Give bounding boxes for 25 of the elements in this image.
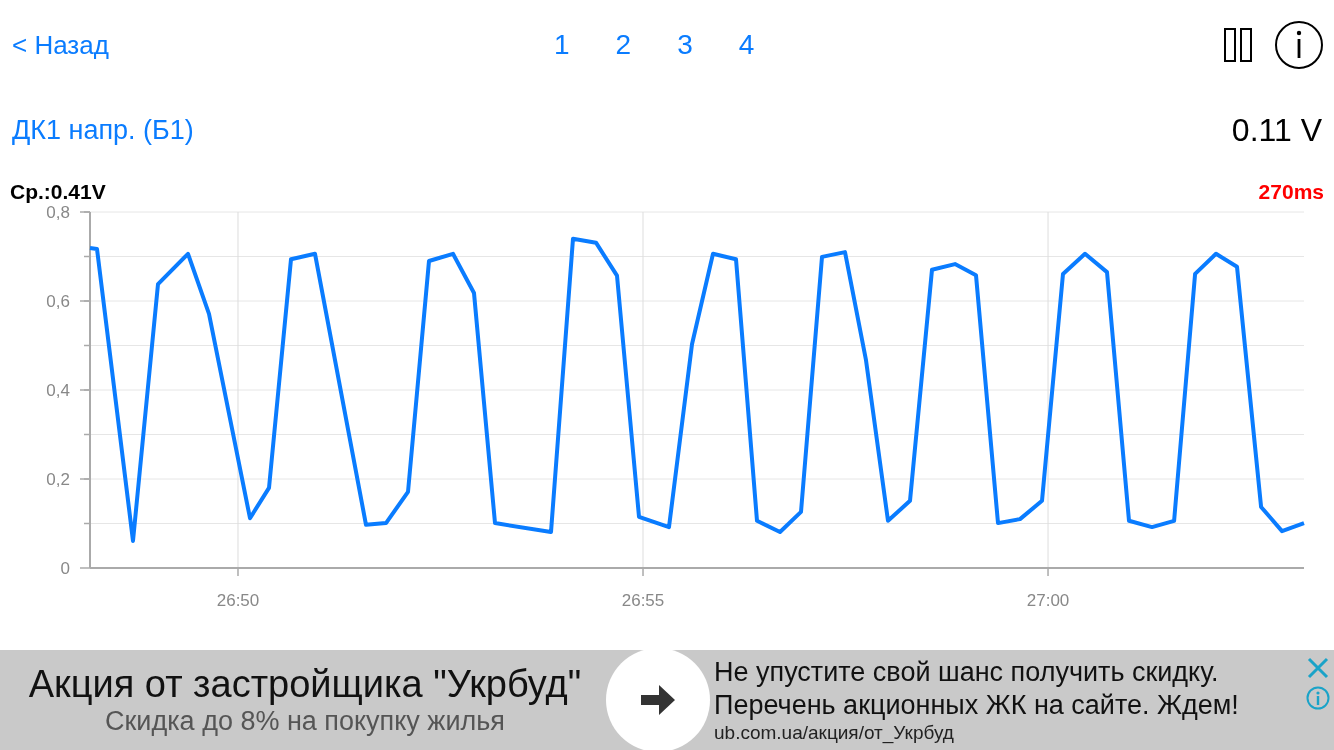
- y-tick-label: 0,6: [46, 292, 70, 311]
- interval-value: 270ms: [1258, 180, 1324, 204]
- arrow-icon: [641, 685, 675, 715]
- x-tick-label: 27:00: [1026, 591, 1070, 610]
- page-tab[interactable]: 4: [738, 29, 755, 61]
- ad-subline: Скидка до 8% на покупку жилья: [105, 706, 505, 737]
- page-tab[interactable]: 3: [677, 29, 693, 61]
- y-tick-label: 0,2: [46, 470, 70, 489]
- x-tick-label: 26:50: [216, 591, 260, 610]
- ad-banner[interactable]: Акция от застройщика "Укрбуд" Скидка до 8% на покупку жилья Не упустите свой шанс получить скидку. Перечень акционных ЖК на сайте. Ждем! ub.com.ua/акция/от_Укрбуд: [0, 650, 1334, 750]
- average-value: Ср.:0.41V: [10, 180, 106, 204]
- back-link[interactable]: < Назад: [12, 29, 312, 61]
- ad-text: Не упустите свой шанс получить скидку. Перечень акционных ЖК на сайте. Ждем!: [714, 656, 1240, 722]
- sensor-value: 0.11 V: [1231, 111, 1322, 149]
- info-icon[interactable]: [1274, 20, 1324, 70]
- page-tab[interactable]: 2: [615, 29, 632, 61]
- y-tick-label: 0,4: [46, 381, 70, 400]
- y-tick-label: 0: [60, 559, 70, 578]
- y-tick-label: 0,8: [46, 203, 70, 222]
- x-tick-label: 26:55: [621, 591, 665, 610]
- ad-link[interactable]: ub.com.ua/акция/от_Укрбуд: [714, 722, 1304, 744]
- pause-icon[interactable]: [1224, 28, 1252, 62]
- sensor-name: ДК1 напр. (Б1): [12, 114, 194, 146]
- page-tab[interactable]: 1: [554, 29, 570, 61]
- ad-headline: Акция от застройщика "Укрбуд": [28, 663, 582, 706]
